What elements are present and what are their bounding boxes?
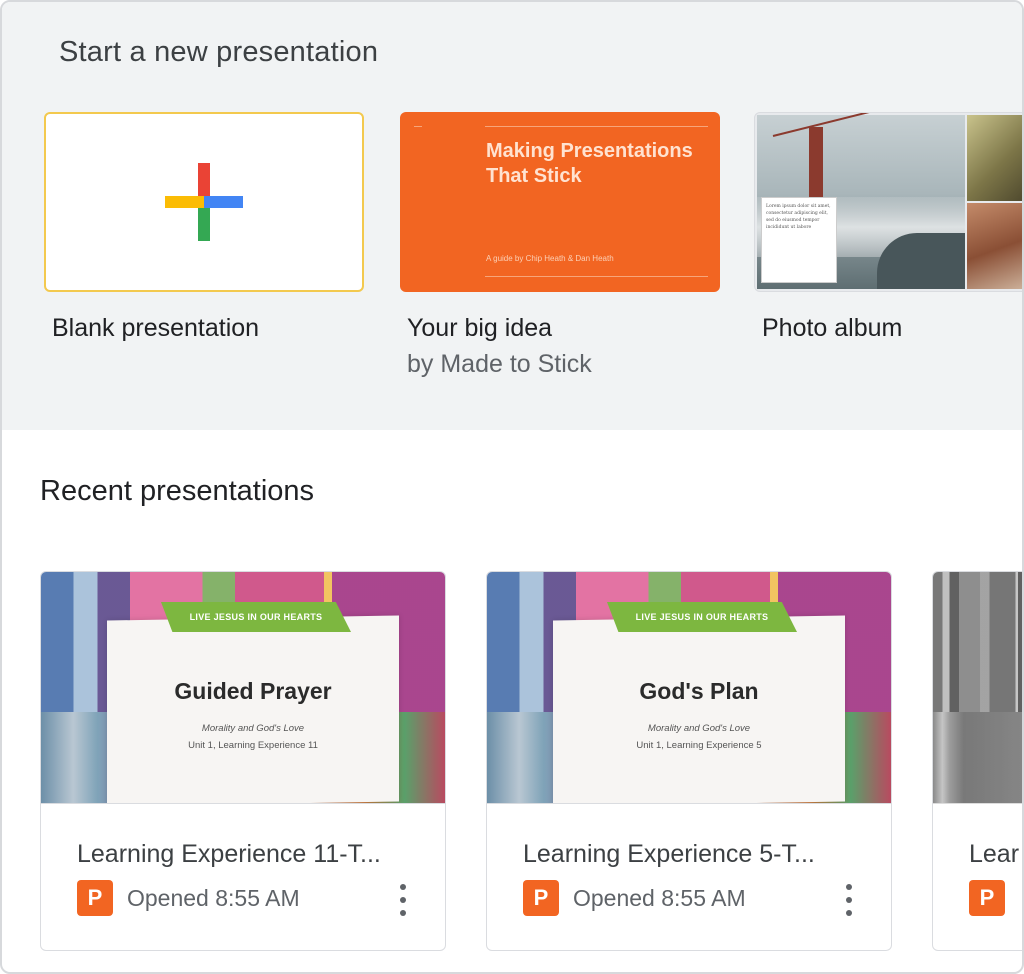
- presentation-meta: P Opened 8:55 AM: [77, 878, 300, 918]
- photo-album-template[interactable]: Lorem ipsum dolor sit amet, consectetur …: [754, 112, 1022, 292]
- tree-photo: [967, 115, 1022, 201]
- recent-presentation-card[interactable]: LIVE JESUS IN OUR HEARTS God's Plan Mora…: [486, 571, 892, 951]
- presentations-home: Start a new presentation Making Presenta…: [0, 0, 1024, 974]
- table-photo: [967, 203, 1022, 289]
- template-thumb-title: Making Presentations That Stick: [486, 140, 693, 187]
- slide-ribbon: LIVE JESUS IN OUR HEARTS: [161, 602, 351, 632]
- opened-time: Opened 8:55 AM: [573, 884, 746, 911]
- template-thumb-subtitle: A guide by Chip Heath & Dan Heath: [486, 254, 614, 263]
- presentation-meta: P Opened 8:55 AM: [523, 878, 746, 918]
- presentation-thumbnail: LIVE JESUS IN OUR HEARTS Guided Prayer M…: [41, 572, 445, 804]
- slide-subtitle: Morality and God's Love Unit 1, Learning…: [636, 723, 762, 751]
- recent-presentation-card[interactable]: Lear P: [932, 571, 1022, 951]
- powerpoint-icon: P: [77, 880, 113, 916]
- photo-caption-card: Lorem ipsum dolor sit amet, consectetur …: [761, 197, 837, 283]
- template-label-blank: Blank presentation: [52, 314, 260, 342]
- slide-title: God's Plan: [639, 678, 759, 704]
- powerpoint-icon: P: [969, 880, 1005, 916]
- template-gallery-heading: Start a new presentation: [59, 36, 379, 68]
- plus-icon: [165, 163, 243, 241]
- more-options-icon[interactable]: [393, 882, 413, 918]
- presentation-meta: P: [969, 878, 1005, 918]
- slide-title: Guided Prayer: [174, 678, 332, 704]
- slide-ribbon: LIVE JESUS IN OUR HEARTS: [607, 602, 797, 632]
- recent-presentations-heading: Recent presentations: [40, 475, 315, 507]
- presentation-thumbnail: LIVE JESUS IN OUR HEARTS God's Plan Mora…: [487, 572, 891, 804]
- presentation-name: Lear: [969, 840, 1020, 868]
- more-options-icon[interactable]: [839, 882, 859, 918]
- blank-presentation-template[interactable]: [44, 112, 364, 292]
- recent-presentation-card[interactable]: LIVE JESUS IN OUR HEARTS Guided Prayer M…: [40, 571, 446, 951]
- template-label-big-idea: Your big idea: [407, 314, 553, 342]
- template-gallery: Start a new presentation Making Presenta…: [2, 2, 1022, 430]
- presentation-thumbnail: [933, 572, 1022, 804]
- presentation-name: Learning Experience 11-T...: [77, 840, 381, 868]
- powerpoint-icon: P: [523, 880, 559, 916]
- presentation-name: Learning Experience 5-T...: [523, 840, 815, 868]
- your-big-idea-template[interactable]: Making Presentations That Stick A guide …: [400, 112, 720, 292]
- template-byline-big-idea: by Made to Stick: [407, 350, 592, 378]
- slide-subtitle: Morality and God's Love Unit 1, Learning…: [188, 723, 318, 751]
- opened-time: Opened 8:55 AM: [127, 884, 300, 911]
- template-label-photo-album: Photo album: [762, 314, 903, 342]
